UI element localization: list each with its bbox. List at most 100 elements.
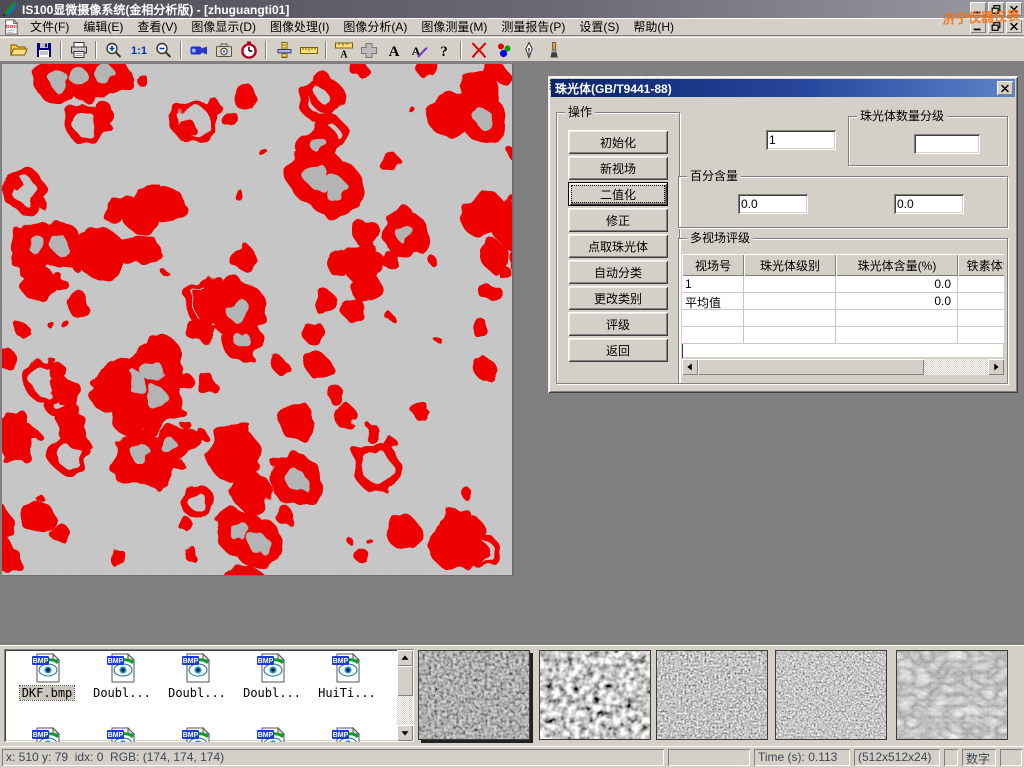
minimize-button[interactable] [970, 2, 986, 16]
sample-thumbnail-4[interactable] [775, 650, 887, 740]
file-name[interactable]: DKF.bmp [20, 686, 75, 700]
bottom-panel: DKF.bmp Doubl... Doubl... Doubl... HuiTi… [0, 645, 1024, 746]
file-item[interactable] [85, 727, 159, 742]
scrollbar-track[interactable] [698, 359, 988, 375]
file-name[interactable]: HuiTi... [310, 686, 384, 700]
file-item[interactable] [310, 727, 384, 742]
pen-button[interactable] [516, 39, 541, 61]
menu-edit[interactable]: 编辑(E) [76, 17, 130, 36]
table-row[interactable] [682, 327, 1004, 344]
toolbar-separator [460, 41, 462, 59]
file-item[interactable] [10, 727, 84, 742]
op-button-pick-pearlite[interactable]: 点取珠光体 [568, 234, 668, 258]
file-item[interactable]: DKF.bmp [10, 653, 84, 700]
sample-thumbnail-2[interactable] [539, 650, 651, 740]
file-item[interactable]: Doubl... [85, 653, 159, 700]
menu-view[interactable]: 查看(V) [130, 17, 184, 36]
menu-image-measure[interactable]: 图像测量(M) [414, 17, 494, 36]
measure-label-button[interactable]: A [331, 39, 356, 61]
scrollbar-track[interactable] [397, 666, 413, 725]
op-button-new-field[interactable]: 新视场 [568, 156, 668, 180]
file-name[interactable]: Doubl... [85, 686, 159, 700]
child-close-button[interactable] [1006, 19, 1022, 33]
file-item[interactable]: Doubl... [235, 653, 309, 700]
close-button[interactable] [1006, 2, 1022, 16]
scroll-down-button[interactable] [397, 725, 413, 741]
file-name[interactable]: Doubl... [235, 686, 309, 700]
dialog-close-button[interactable] [997, 81, 1013, 95]
cell [958, 327, 1004, 344]
op-button-binarize[interactable]: 二值化 [568, 182, 668, 206]
curve-tool-button[interactable] [466, 39, 491, 61]
file-item[interactable]: HuiTi... [310, 653, 384, 700]
multifield-group-title: 多视场评级 [687, 231, 753, 245]
text-button[interactable]: A [381, 39, 406, 61]
ruler-button[interactable] [296, 39, 321, 61]
menu-report[interactable]: 测量报告(P) [494, 17, 572, 36]
child-minimize-button[interactable] [970, 19, 986, 33]
op-button-correct[interactable]: 修正 [568, 208, 668, 232]
table-header-row: 视场号 珠光体级别 珠光体含量(%) 铁素体含量(%) [682, 254, 1004, 276]
actual-size-button[interactable]: 1:1 [126, 39, 151, 61]
scroll-up-button[interactable] [397, 650, 413, 666]
menu-image-display[interactable]: 图像显示(D) [184, 17, 263, 36]
op-button-initialize[interactable]: 初始化 [568, 130, 668, 154]
table-row[interactable]: 1 0.0 [682, 276, 1004, 293]
help-button[interactable]: ? [431, 39, 456, 61]
brush-button[interactable] [541, 39, 566, 61]
level-input[interactable] [914, 134, 980, 154]
op-button-return[interactable]: 返回 [568, 338, 668, 362]
svg-text:A: A [388, 44, 399, 59]
table-row[interactable] [682, 310, 1004, 327]
micrograph-image[interactable] [2, 64, 514, 576]
menu-settings[interactable]: 设置(S) [572, 17, 626, 36]
sample-thumbnail-3[interactable] [656, 650, 768, 740]
save-button[interactable] [31, 39, 56, 61]
menu-help[interactable]: 帮助(H) [626, 17, 681, 36]
cell [744, 310, 836, 327]
grading-group-title: 珠光体数量分级 [857, 109, 947, 123]
scrollbar-thumb[interactable] [397, 666, 413, 696]
annotate-button[interactable]: A [406, 39, 431, 61]
file-vscrollbar[interactable] [397, 650, 413, 741]
sample-thumbnail-5[interactable] [896, 650, 1008, 740]
file-browser: DKF.bmp Doubl... Doubl... Doubl... HuiTi… [4, 649, 414, 742]
video-camera-button[interactable] [186, 39, 211, 61]
print-button[interactable] [66, 39, 91, 61]
op-button-auto-classify[interactable]: 自动分类 [568, 260, 668, 284]
file-name[interactable]: Doubl... [160, 686, 234, 700]
capture-button[interactable] [211, 39, 236, 61]
scroll-right-button[interactable] [988, 359, 1004, 375]
menu-image-process[interactable]: 图像处理(I) [263, 17, 336, 36]
file-item[interactable]: Doubl... [160, 653, 234, 700]
menu-file[interactable]: 文件(F) [23, 17, 76, 36]
child-restore-button[interactable] [988, 19, 1004, 33]
phase-balls-button[interactable] [491, 39, 516, 61]
ferrite-percent-input[interactable] [894, 194, 964, 214]
zoom-in-button[interactable] [101, 39, 126, 61]
sample-thumbnail-1[interactable] [418, 650, 530, 740]
dialog-titlebar[interactable]: 珠光体(GB/T9441-88) [551, 79, 1015, 97]
open-file-button[interactable] [6, 39, 31, 61]
file-item[interactable] [160, 727, 234, 742]
svg-text:DOC: DOC [6, 23, 17, 29]
scrollbar-thumb[interactable] [698, 359, 924, 375]
caliper-button[interactable] [271, 39, 296, 61]
table-hscrollbar[interactable] [682, 359, 1004, 375]
scroll-left-button[interactable] [682, 359, 698, 375]
op-button-rate[interactable]: 评级 [568, 312, 668, 336]
table-row[interactable]: 平均值 0.0 [682, 293, 1004, 310]
pearlite-percent-input[interactable] [738, 194, 808, 214]
restore-button[interactable] [988, 2, 1004, 16]
zoom-out-button[interactable] [151, 39, 176, 61]
op-button-change-class[interactable]: 更改类别 [568, 286, 668, 310]
titlebar[interactable]: IS100显微摄像系统(金相分析版) - [zhuguangti01] [0, 0, 1024, 18]
menu-image-analysis[interactable]: 图像分析(A) [336, 17, 414, 36]
merge-button[interactable] [356, 39, 381, 61]
bmp-file-icon [181, 727, 213, 742]
cell [958, 293, 1004, 310]
file-item[interactable] [235, 727, 309, 742]
current-field-input[interactable] [766, 130, 836, 150]
cell: 0.0 [836, 293, 958, 310]
timer-button[interactable] [236, 39, 261, 61]
